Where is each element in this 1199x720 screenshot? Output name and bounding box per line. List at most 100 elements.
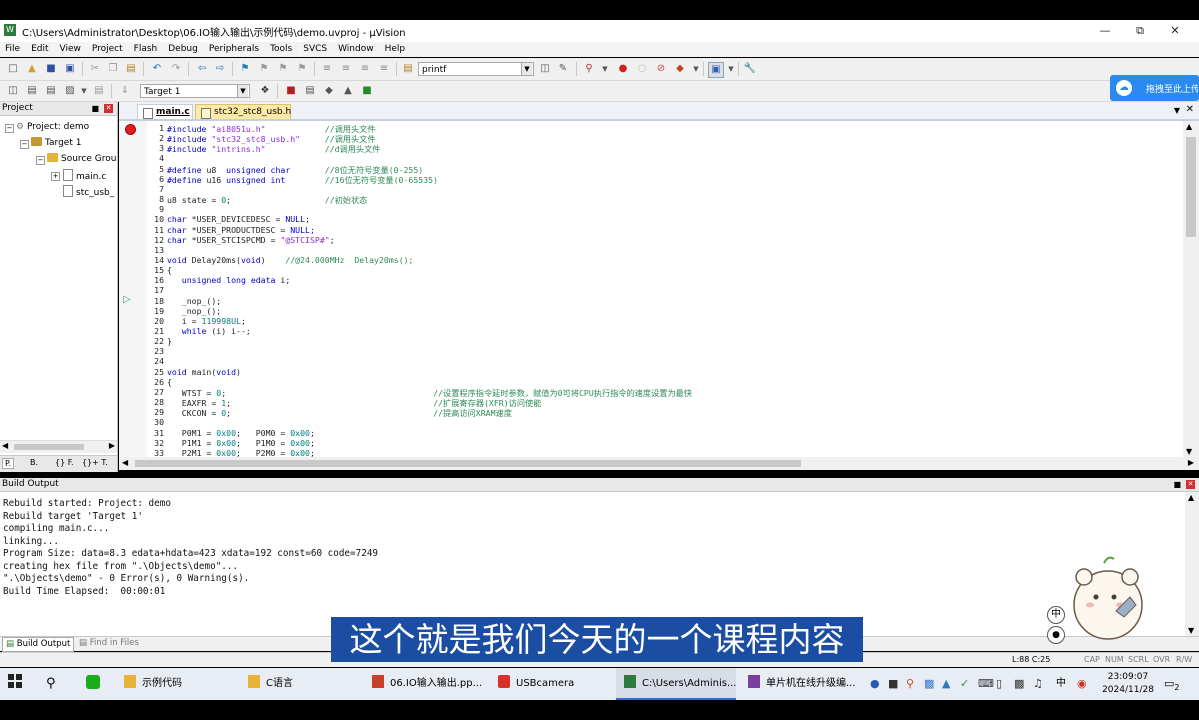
code-line[interactable]: } xyxy=(167,336,172,346)
editor-gutter[interactable]: ▷ xyxy=(119,121,147,457)
scroll-down-icon[interactable]: ▼ xyxy=(1186,447,1192,456)
battery-icon[interactable]: ▯ xyxy=(996,668,1002,700)
undo-icon[interactable]: ↶ xyxy=(150,62,164,76)
menu-peripherals[interactable]: Peripherals xyxy=(204,42,265,57)
code-line[interactable]: { xyxy=(167,377,172,387)
editor-hscroll[interactable]: ◀ ▶ xyxy=(119,457,1199,470)
configure-wrench-icon[interactable]: 🔧 xyxy=(743,62,757,76)
redo-icon[interactable]: ↷ xyxy=(169,62,183,76)
tab-main-c[interactable]: main.c xyxy=(137,104,193,119)
target-select[interactable]: Target 1 ▼ xyxy=(140,84,250,98)
tray-search-icon[interactable]: ⚲ xyxy=(906,668,914,700)
tab-books[interactable]: B. xyxy=(28,458,40,467)
maximize-button[interactable]: ⧉ xyxy=(1125,22,1155,40)
paste-icon[interactable]: ▤ xyxy=(124,62,138,76)
new-file-icon[interactable]: □ xyxy=(6,62,20,76)
sogou-ime-icon[interactable]: ◉ xyxy=(1077,668,1087,700)
menu-help[interactable]: Help xyxy=(380,42,412,57)
tray-check-icon[interactable]: ✓ xyxy=(960,668,969,700)
manage-components-icon[interactable]: ■ xyxy=(284,84,298,98)
code-line[interactable]: i = 119998UL; xyxy=(167,316,246,326)
batch-build-icon[interactable]: ▨ xyxy=(63,84,77,98)
menu-window[interactable]: Window xyxy=(333,42,380,57)
window-layout-icon[interactable]: ▣ xyxy=(708,62,724,78)
collapse-icon[interactable]: − xyxy=(36,156,45,165)
code-line[interactable]: _nop_(); xyxy=(167,296,221,306)
collapse-icon[interactable]: − xyxy=(5,124,14,133)
code-line[interactable]: #define u16 unsigned int //16位无符号变量(0-65… xyxy=(167,174,438,186)
tab-stc32-usb-h[interactable]: stc32_stc8_usb.h xyxy=(195,104,291,119)
code-line[interactable]: CKCON = 0; //提高访问XRAM速度 xyxy=(167,407,512,419)
menu-file[interactable]: File xyxy=(0,42,26,57)
code-line[interactable]: #include "intrins.h" //d调用头文件 xyxy=(167,143,381,155)
save-all-icon[interactable]: ▣ xyxy=(63,62,77,76)
trace-icon[interactable]: ◆ xyxy=(673,62,687,76)
network-icon[interactable]: ▩ xyxy=(1014,668,1024,700)
chevron-down-icon[interactable]: ▼ xyxy=(598,62,612,76)
code-line[interactable]: while (i) i--; xyxy=(167,326,251,336)
chevron-down-icon[interactable]: ▼ xyxy=(77,84,91,98)
close-icon[interactable]: ✕ xyxy=(104,104,113,113)
next-bookmark-icon[interactable]: ⚑ xyxy=(276,62,290,76)
code-line[interactable]: void main(void) xyxy=(167,367,241,377)
close-button[interactable]: ✕ xyxy=(1160,22,1190,40)
stop-build-icon[interactable]: ▤ xyxy=(92,84,106,98)
wechat-icon[interactable] xyxy=(86,668,102,700)
tab-templates[interactable]: {}+ T. xyxy=(82,458,108,467)
taskbar-item-usbcamera[interactable]: USBcamera xyxy=(498,668,614,700)
tray-shield-icon[interactable]: ▲ xyxy=(942,668,950,700)
breakpoint-marker-icon[interactable] xyxy=(125,124,136,135)
menu-edit[interactable]: Edit xyxy=(26,42,54,57)
code-line[interactable]: char *USER_STCISPCMD = "@STCISP#"; xyxy=(167,235,335,245)
menu-project[interactable]: Project xyxy=(87,42,129,57)
expand-icon[interactable]: + xyxy=(51,172,60,181)
tray-usb-icon[interactable]: ⌨ xyxy=(978,668,994,700)
tab-list-chevron-icon[interactable]: ▼ xyxy=(1174,106,1180,115)
code-line[interactable]: char *USER_PRODUCTDESC = NULL; xyxy=(167,225,315,235)
target-options-icon[interactable]: ❖ xyxy=(258,84,272,98)
select-software-packs-icon[interactable]: ▲ xyxy=(341,84,355,98)
start-button[interactable] xyxy=(8,668,26,700)
navigate-back-icon[interactable]: ⇦ xyxy=(195,62,209,76)
chevron-down-icon[interactable]: ▼ xyxy=(689,62,703,76)
cut-icon[interactable]: ✂ xyxy=(88,62,102,76)
tray-app-icon[interactable]: ■ xyxy=(888,668,898,700)
close-icon[interactable]: ✕ xyxy=(1186,104,1194,115)
unindent-icon[interactable]: ≡ xyxy=(339,62,353,76)
close-icon[interactable]: ✕ xyxy=(1186,480,1195,489)
editor-vscroll[interactable]: ▲ ▼ xyxy=(1183,121,1199,457)
tab-functions[interactable]: {} F. xyxy=(55,458,74,467)
chevron-down-icon[interactable]: ▼ xyxy=(724,62,738,76)
scroll-right-icon[interactable]: ▶ xyxy=(1188,458,1194,467)
pin-icon[interactable]: ■ xyxy=(91,102,99,115)
bookmark-icon[interactable]: ⚑ xyxy=(238,62,252,76)
incremental-find-icon[interactable]: ◫ xyxy=(538,62,552,76)
find-icon[interactable]: ✎ xyxy=(556,62,570,76)
scroll-thumb[interactable] xyxy=(14,444,84,450)
collapse-icon[interactable]: − xyxy=(20,140,29,149)
taskbar-item-examples[interactable]: 示例代码 xyxy=(124,668,228,700)
tray-bluetooth-icon[interactable]: ● xyxy=(870,668,880,700)
file-node-main[interactable]: main.c xyxy=(63,169,106,182)
code-line[interactable]: char *USER_DEVICEDESC = NULL; xyxy=(167,214,310,224)
taskbar-item-c-language[interactable]: C语言 xyxy=(248,668,352,700)
taskbar-item-updater[interactable]: 单片机在线升级编... xyxy=(748,668,864,700)
code-line[interactable]: u8 state = 0; //初始状态 xyxy=(167,194,367,206)
uncomment-icon[interactable]: ≡ xyxy=(377,62,391,76)
scroll-left-icon[interactable]: ◀ xyxy=(122,458,128,467)
find-in-files-icon[interactable]: ▤ xyxy=(401,62,415,76)
build-vscroll[interactable]: ▲ ▼ xyxy=(1185,492,1199,636)
save-icon[interactable]: ■ xyxy=(44,62,58,76)
tab-project[interactable]: P. xyxy=(2,458,15,469)
rebuild-icon[interactable]: ▤ xyxy=(44,84,58,98)
code-line[interactable]: P2M1 = 0x00; P2M0 = 0x00; xyxy=(167,448,315,457)
project-hscroll[interactable]: ◀ ▶ xyxy=(0,440,117,453)
clear-bookmarks-icon[interactable]: ⚑ xyxy=(295,62,309,76)
prev-bookmark-icon[interactable]: ⚑ xyxy=(257,62,271,76)
kill-breakpoints-icon[interactable]: ⊘ xyxy=(654,62,668,76)
source-group-node[interactable]: Source Grou xyxy=(47,153,116,165)
tab-build-output[interactable]: ▤ Build Output xyxy=(2,637,75,652)
scroll-right-icon[interactable]: ▶ xyxy=(109,441,115,450)
code-line[interactable]: P1M1 = 0x00; P1M0 = 0x00; xyxy=(167,438,315,448)
pack-installer-icon[interactable]: ◆ xyxy=(322,84,336,98)
